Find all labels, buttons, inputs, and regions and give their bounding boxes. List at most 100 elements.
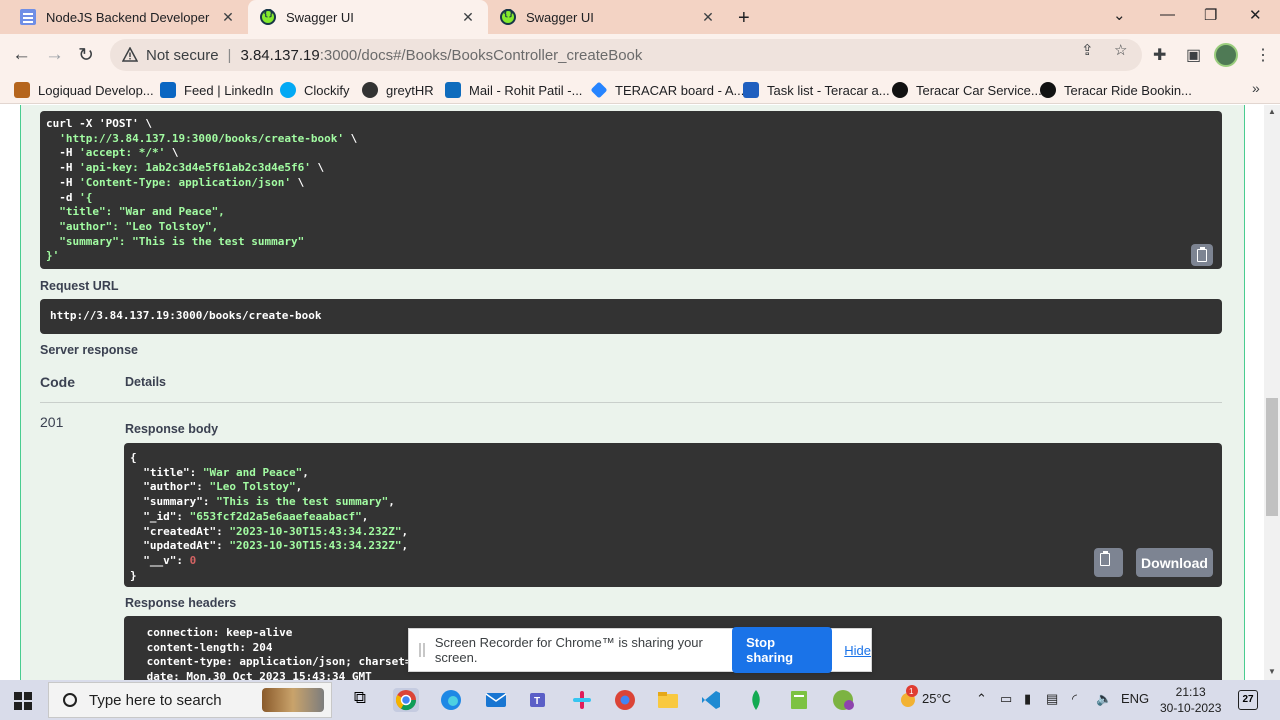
updated-at-value: "2023-10-30T15:43:34.232Z": [229, 539, 402, 553]
stop-sharing-button[interactable]: Stop sharing: [732, 627, 833, 673]
profile-avatar[interactable]: [1214, 43, 1238, 67]
task-view-icon[interactable]: ⧉: [347, 688, 373, 712]
drag-handle-icon[interactable]: [419, 643, 425, 657]
response-body: { "title": "War and Peace", "author": "L…: [124, 443, 1222, 587]
menu-kebab-icon[interactable]: ⋮: [1255, 45, 1271, 65]
greythr-icon: [362, 82, 378, 98]
bookmarks-overflow-icon[interactable]: »: [1252, 80, 1260, 96]
address-bar[interactable]: Not secure | 3.84.137.19:3000/docs#/Book…: [110, 39, 1142, 71]
tab-nodejs[interactable]: NodeJS Backend Developer Cha ✕: [8, 0, 248, 34]
document-icon: [20, 9, 36, 25]
teams-taskbar-icon[interactable]: T: [526, 688, 552, 712]
notification-center-icon[interactable]: 27: [1238, 690, 1258, 710]
bookmark-linkedin[interactable]: Feed | LinkedIn: [160, 81, 273, 99]
outlook-icon: [445, 82, 461, 98]
usb-icon[interactable]: ▮: [1024, 691, 1031, 707]
share-icon[interactable]: ⇪: [1081, 41, 1094, 59]
bookmark-teracar-service[interactable]: Teracar Car Service...: [892, 81, 1042, 99]
bookmark-clockify[interactable]: Clockify: [280, 81, 350, 99]
clock-date: 30-10-2023: [1160, 701, 1222, 715]
show-hidden-icons-chevron-icon[interactable]: ⌃: [976, 691, 987, 707]
language-indicator[interactable]: ENG: [1121, 691, 1149, 706]
bookmark-label: greytHR: [386, 82, 434, 98]
tab-title: Swagger UI: [526, 9, 594, 25]
edge-taskbar-icon[interactable]: [438, 688, 464, 712]
tab-search-chevron-icon[interactable]: ⌄: [1113, 6, 1126, 24]
chrome-profile-n-icon[interactable]: [830, 688, 856, 712]
mail-taskbar-icon[interactable]: [483, 688, 509, 712]
slack-taskbar-icon[interactable]: [569, 688, 595, 712]
wifi-icon[interactable]: ◜: [1072, 691, 1077, 707]
tab-swagger-active[interactable]: Swagger UI ✕: [248, 0, 488, 34]
close-icon[interactable]: ✕: [220, 9, 236, 26]
battery-icon[interactable]: ▤: [1046, 691, 1058, 707]
jira-icon: [590, 81, 608, 99]
security-label: Not secure: [146, 46, 219, 64]
meet-now-icon[interactable]: ▭: [1000, 691, 1012, 707]
close-icon[interactable]: ✕: [460, 9, 476, 26]
notepad-taskbar-icon[interactable]: [786, 688, 812, 712]
download-button[interactable]: Download: [1136, 548, 1213, 577]
system-clock[interactable]: 21:13 30-10-2023: [1160, 684, 1221, 716]
windows-start-icon[interactable]: [14, 692, 32, 710]
extensions-puzzle-icon[interactable]: ✚: [1153, 45, 1166, 65]
window-close-icon[interactable]: ✕: [1249, 6, 1262, 24]
tab-swagger[interactable]: Swagger UI ✕: [488, 0, 728, 34]
close-icon[interactable]: ✕: [700, 9, 716, 26]
clock-time: 21:13: [1175, 685, 1206, 699]
url-path: :3000/docs#/Books/BooksController_create…: [319, 46, 643, 64]
bookmark-label: Mail - Rohit Patil -...: [469, 82, 583, 98]
clockify-icon: [280, 82, 296, 98]
back-arrow-icon[interactable]: ←: [12, 44, 31, 66]
browser-toolbar: ← → ↻ Not secure | 3.84.137.19:3000/docs…: [0, 34, 1280, 76]
new-tab-plus-icon[interactable]: +: [738, 7, 750, 30]
bookmark-mail[interactable]: Mail - Rohit Patil -...: [445, 81, 582, 99]
created-at-value: "2023-10-30T15:43:34.232Z": [229, 524, 402, 538]
search-highlight-image[interactable]: [262, 688, 324, 712]
curl-header: 'Content-Type: application/json': [79, 175, 292, 189]
mongodb-taskbar-icon[interactable]: [743, 688, 769, 712]
curl-data: '{: [79, 190, 93, 204]
logiquad-icon: [14, 82, 30, 98]
hide-link[interactable]: Hide: [844, 643, 871, 658]
svg-text:T: T: [534, 696, 540, 707]
curl-line: curl -X 'POST' \: [46, 117, 152, 130]
bookmark-logiquad[interactable]: Logiquad Develop...: [14, 81, 154, 99]
bookmark-star-icon[interactable]: ☆: [1114, 41, 1127, 59]
side-panel-icon[interactable]: ▣: [1186, 45, 1201, 65]
summary-value: "This is the test summary": [216, 495, 389, 509]
bookmark-teracar-ride[interactable]: Teracar Ride Bookin...: [1040, 81, 1192, 99]
code-column-header: Code: [40, 374, 75, 390]
separator: |: [227, 46, 232, 64]
copy-response-icon[interactable]: [1094, 548, 1123, 577]
warning-icon[interactable]: [122, 47, 138, 63]
bookmark-label: Task list - Teracar a...: [767, 82, 890, 98]
reload-icon[interactable]: ↻: [78, 44, 94, 67]
chrome-profile-taskbar-icon[interactable]: [612, 688, 638, 712]
temperature: 25°C: [922, 691, 952, 706]
swagger-icon: [260, 9, 276, 25]
bookmark-task-list[interactable]: Task list - Teracar a...: [743, 81, 890, 99]
file-explorer-icon[interactable]: [655, 688, 681, 712]
volume-icon[interactable]: 🔈: [1096, 691, 1112, 707]
scroll-up-arrow-icon[interactable]: ▲: [1268, 107, 1276, 116]
linkedin-icon: [160, 82, 176, 98]
teracar-icon: [1040, 82, 1056, 98]
minimize-icon[interactable]: —: [1160, 6, 1175, 23]
forward-arrow-icon[interactable]: →: [45, 44, 64, 66]
page-scrollbar[interactable]: [1264, 105, 1280, 680]
request-url-label: Request URL: [40, 279, 119, 293]
chrome-taskbar-icon[interactable]: [393, 688, 419, 712]
copy-curl-icon[interactable]: [1191, 244, 1213, 266]
scroll-down-arrow-icon[interactable]: ▼: [1268, 667, 1276, 676]
vscode-taskbar-icon[interactable]: [698, 688, 724, 712]
response-code: 201: [40, 414, 64, 430]
weather-icon[interactable]: 1: [896, 684, 924, 712]
scrollbar-thumb[interactable]: [1266, 398, 1278, 516]
bookmark-label: Teracar Ride Bookin...: [1064, 82, 1192, 98]
bookmark-greythr[interactable]: greytHR: [362, 81, 434, 99]
curl-header: 'api-key: 1ab2c3d4e5f61ab2c3d4e5f6': [79, 161, 311, 175]
url-host: 3.84.137.19: [240, 46, 320, 64]
restore-icon[interactable]: ❐: [1204, 6, 1217, 24]
bookmark-teracar-board[interactable]: TERACAR board - A...: [590, 81, 744, 99]
